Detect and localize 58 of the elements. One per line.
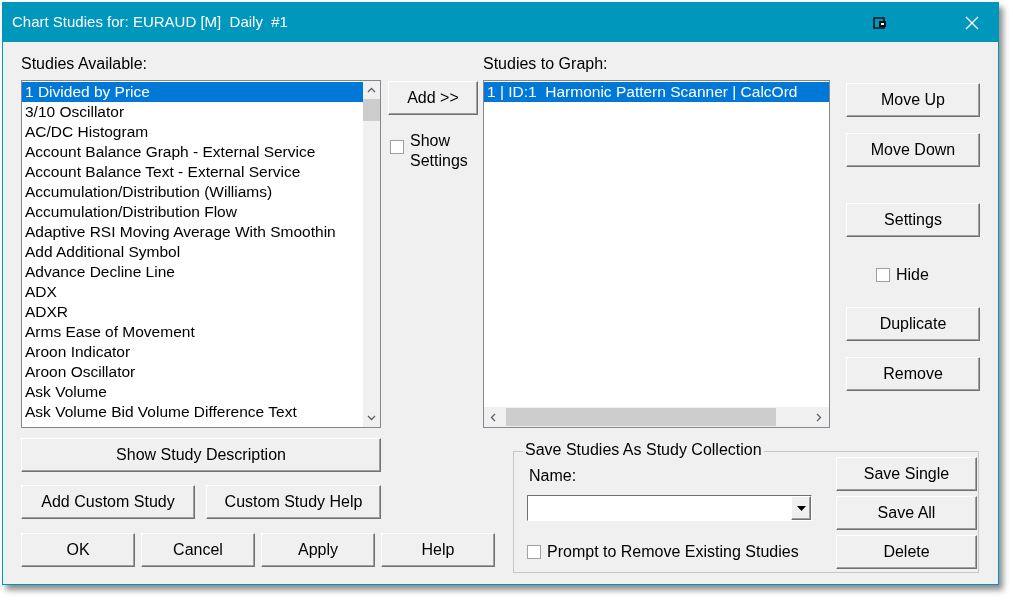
list-item[interactable]: Aroon Oscillator xyxy=(22,362,363,382)
list-item[interactable]: 3/10 Oscillator xyxy=(22,102,363,122)
horizontal-scrollbar[interactable] xyxy=(484,407,829,427)
list-item[interactable]: Advance Decline Line xyxy=(22,262,363,282)
list-item[interactable]: 1 Divided by Price xyxy=(22,82,363,102)
checkbox-label: Show Settings xyxy=(410,131,469,171)
list-item[interactable]: Account Balance Graph - External Service xyxy=(22,142,363,162)
scroll-left-icon[interactable] xyxy=(490,412,496,422)
scroll-down-icon[interactable] xyxy=(367,415,376,421)
list-item[interactable]: Add Additional Symbol xyxy=(22,242,363,262)
dialog-button[interactable]: Remove xyxy=(846,357,980,391)
checkbox-label: Hide xyxy=(896,265,929,285)
scroll-thumb[interactable] xyxy=(363,99,380,121)
dialog-button[interactable]: Show Study Description xyxy=(21,438,381,472)
close-icon[interactable] xyxy=(965,15,979,30)
dialog-button[interactable]: Move Up xyxy=(846,83,980,117)
list-item[interactable]: AC/DC Histogram xyxy=(22,122,363,142)
list-label: Studies Available: xyxy=(21,54,148,74)
list-item[interactable]: Arms Ease of Movement xyxy=(22,322,363,342)
field-label: Name: xyxy=(529,466,578,486)
list-item[interactable]: ADX xyxy=(22,282,363,302)
dialog-button[interactable]: Add Custom Study xyxy=(21,485,195,519)
list-item[interactable]: Ask Volume Bid Volume Difference Text xyxy=(22,402,363,422)
checkbox-label: Prompt to Remove Existing Studies xyxy=(547,542,799,562)
scroll-up-icon[interactable] xyxy=(367,87,376,93)
studies-list[interactable] xyxy=(21,80,381,428)
list-item[interactable]: Accumulation/Distribution Flow xyxy=(22,202,363,222)
checkbox[interactable] xyxy=(876,268,890,282)
dialog-button[interactable]: Delete xyxy=(836,535,977,569)
list-item[interactable]: Adaptive RSI Moving Average With Smoothin xyxy=(22,222,363,242)
window-title: Chart Studies for: EURAUD [M] Daily #1 xyxy=(12,12,289,33)
dialog-button[interactable]: Duplicate xyxy=(846,307,980,341)
dialog-button[interactable]: Custom Study Help xyxy=(206,485,381,519)
group-title: Save Studies As Study Collection xyxy=(523,440,764,460)
graph-list[interactable]: 1 | ID:1 Harmonic Pattern Scanner | CalcOrd xyxy=(483,80,830,428)
scroll-right-icon[interactable] xyxy=(816,412,822,422)
list-item[interactable]: Ask Volume xyxy=(22,382,363,402)
dialog-button[interactable]: Help xyxy=(381,533,495,567)
list-item[interactable]: Aroon Indicator xyxy=(22,342,363,362)
list-item[interactable]: ADXR xyxy=(22,302,363,322)
list-item[interactable]: 1 | ID:1 Harmonic Pattern Scanner | CalcOrd xyxy=(484,82,829,102)
dialog-button[interactable]: Apply xyxy=(261,533,375,567)
vertical-scrollbar[interactable] xyxy=(363,81,380,427)
list-item[interactable]: Account Balance Text - External Service xyxy=(22,162,363,182)
window-icon[interactable] xyxy=(873,16,887,29)
checkbox[interactable] xyxy=(390,140,404,154)
dialog-button[interactable]: Save All xyxy=(836,496,977,530)
dialog-button[interactable]: Cancel xyxy=(141,533,255,567)
list-label: Studies to Graph: xyxy=(483,54,609,74)
add-button[interactable]: Add >> xyxy=(388,81,478,115)
dialog-button[interactable]: Settings xyxy=(846,203,980,237)
checkbox[interactable] xyxy=(527,545,541,559)
dialog-button[interactable]: Move Down xyxy=(846,133,980,167)
name-combobox[interactable] xyxy=(527,495,812,521)
list-item[interactable]: Accumulation/Distribution (Williams) xyxy=(22,182,363,202)
dialog-button[interactable]: OK xyxy=(21,533,135,567)
scroll-thumb[interactable] xyxy=(506,408,776,426)
dialog-button[interactable]: Save Single xyxy=(836,457,977,491)
